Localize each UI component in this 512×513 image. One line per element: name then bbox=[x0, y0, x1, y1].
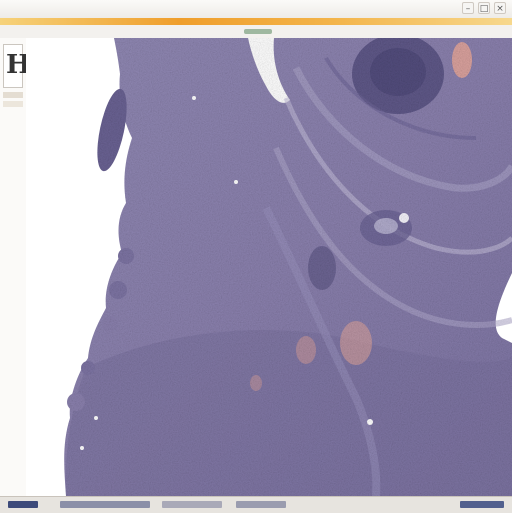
title-bar: – □ × bbox=[0, 0, 512, 19]
toolbar-grip-handle[interactable] bbox=[244, 29, 272, 34]
status-bar bbox=[0, 496, 512, 513]
maximize-button[interactable]: □ bbox=[478, 2, 490, 14]
panel-separator bbox=[3, 92, 23, 98]
window-controls: – □ × bbox=[462, 2, 506, 14]
status-segment bbox=[8, 501, 38, 508]
accent-bar bbox=[0, 18, 512, 25]
status-segment bbox=[236, 501, 286, 508]
status-segment bbox=[460, 501, 504, 508]
left-panel: H bbox=[0, 38, 31, 496]
status-segment bbox=[162, 501, 222, 508]
slide-viewport[interactable] bbox=[26, 38, 512, 496]
panel-separator bbox=[3, 101, 23, 107]
toolbar bbox=[0, 25, 512, 39]
thumbnail-glyph: H bbox=[6, 50, 31, 80]
tissue-image[interactable] bbox=[26, 38, 512, 496]
tissue-mass bbox=[64, 38, 512, 496]
minimize-button[interactable]: – bbox=[462, 2, 474, 14]
image-thumbnail-icon[interactable]: H bbox=[3, 44, 31, 88]
status-segment bbox=[60, 501, 150, 508]
close-button[interactable]: × bbox=[494, 2, 506, 14]
